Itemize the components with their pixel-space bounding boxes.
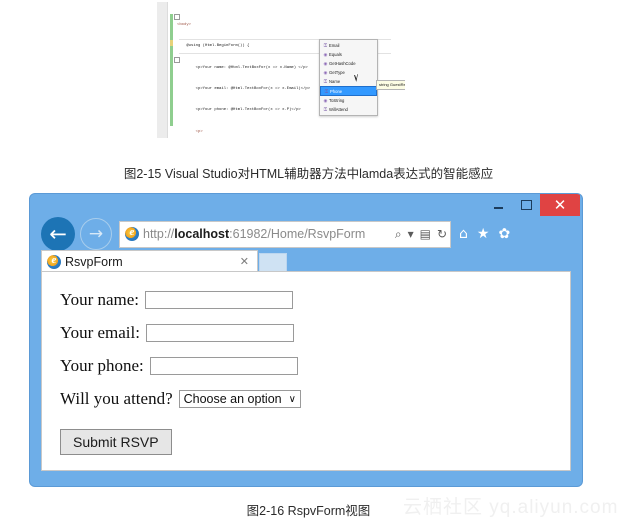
- tab-title: RsvpForm: [65, 254, 123, 269]
- tab-rsvpform[interactable]: RsvpForm ✕: [41, 250, 258, 272]
- form-row-email: Your email:: [60, 323, 570, 343]
- watermark-text: 云栖社区 yq.aliyun.com: [403, 497, 617, 518]
- internet-explorer-icon: [125, 226, 139, 241]
- editor-scroll-strip[interactable]: [157, 2, 168, 138]
- name-input[interactable]: [145, 291, 294, 309]
- attend-select-value: Choose an option: [183, 392, 282, 406]
- tab-close-icon[interactable]: ✕: [232, 255, 257, 268]
- property-glyph-icon: ⚿: [324, 88, 329, 94]
- intellisense-item-label: Name: [329, 79, 341, 84]
- property-glyph-icon: ⚿: [323, 79, 328, 84]
- chevron-down-icon: ∨: [288, 393, 296, 405]
- intellisense-tooltip: string GuestResponse.Phone: [376, 80, 405, 90]
- phone-input[interactable]: [149, 357, 298, 375]
- refresh-icon[interactable]: ↻: [434, 228, 450, 240]
- code-line: <p>: [177, 129, 203, 134]
- intellisense-item-phone[interactable]: ⚿ Phone: [320, 86, 377, 96]
- intellisense-item-label: Equals: [329, 52, 342, 57]
- intellisense-item-label: Phone: [330, 88, 343, 94]
- form-row-attend: Will you attend? Choose an option ∨: [60, 389, 570, 409]
- editor-change-bar-green: [170, 14, 173, 126]
- form-row-name: Your name:: [60, 290, 570, 310]
- form-row-phone: Your phone:: [60, 356, 570, 376]
- browser-toolbar-icons: ⌂ ★ ✿: [459, 227, 510, 241]
- intellisense-item-gethashcode[interactable]: ◉ GetHashCode: [320, 59, 377, 68]
- address-bar[interactable]: http://localhost:61982/Home/RsvpForm ⌕ ▾…: [119, 220, 451, 248]
- editor-change-bar-yellow: [170, 40, 173, 46]
- submit-rsvp-button[interactable]: Submit RSVP: [60, 429, 172, 455]
- close-button[interactable]: ✕: [540, 194, 580, 216]
- method-glyph-icon: ◉: [323, 51, 328, 57]
- browser-window: ✕ ← → http://localhost:61982/Home/RsvpFo…: [30, 194, 582, 486]
- method-glyph-icon: ◉: [323, 97, 328, 103]
- property-glyph-icon: ⚿: [323, 43, 328, 48]
- intellisense-item-label: WillAttend: [329, 107, 348, 112]
- intellisense-item-email[interactable]: ⚿ Email: [320, 41, 377, 50]
- url-suffix: :61982/Home/RsvpForm: [229, 227, 366, 241]
- property-glyph-icon: ⚿: [323, 107, 328, 112]
- browser-title-bar: ✕: [30, 194, 582, 216]
- attend-select[interactable]: Choose an option ∨: [178, 390, 301, 408]
- url-prefix: http://: [143, 227, 175, 241]
- compatibility-view-icon[interactable]: ▤: [417, 228, 434, 240]
- maximize-button[interactable]: [512, 194, 540, 216]
- home-icon[interactable]: ⌂: [459, 227, 468, 241]
- intellisense-item-label: GetType: [329, 70, 345, 75]
- page-content: Your name: Your email: Your phone: Will …: [41, 271, 571, 471]
- maximize-icon: [520, 200, 532, 210]
- code-line: <body>: [177, 23, 192, 28]
- intellisense-item-label: Email: [329, 43, 340, 48]
- settings-gear-icon[interactable]: ✿: [498, 227, 510, 241]
- search-icon[interactable]: ⌕: [392, 228, 405, 240]
- forward-button[interactable]: →: [80, 218, 112, 250]
- intellisense-item-label: GetHashCode: [329, 61, 356, 66]
- label-your-name: Your name:: [60, 290, 140, 309]
- visual-studio-code-figure: <body> @using (Html.BeginForm()) { <p>Yo…: [157, 2, 405, 138]
- label-your-phone: Your phone:: [60, 356, 144, 375]
- email-input[interactable]: [145, 324, 294, 342]
- intellisense-item-name[interactable]: ⚿ Name: [320, 77, 377, 86]
- method-glyph-icon: ◉: [323, 60, 328, 66]
- back-button[interactable]: ←: [41, 217, 75, 251]
- browser-navigation-bar: ← → http://localhost:61982/Home/RsvpForm…: [30, 214, 582, 254]
- favorites-star-icon[interactable]: ★: [477, 227, 490, 241]
- internet-explorer-icon: [47, 254, 61, 269]
- label-will-you-attend: Will you attend?: [60, 389, 173, 408]
- tab-strip: RsvpForm ✕: [41, 250, 571, 272]
- minimize-button[interactable]: [484, 194, 512, 216]
- chevron-down-icon[interactable]: ▾: [405, 228, 417, 240]
- method-glyph-icon: ◉: [323, 69, 328, 75]
- intellisense-item-label: ToString: [329, 98, 345, 103]
- url-host: localhost: [174, 227, 230, 241]
- intellisense-popup[interactable]: ⚿ Email ◉ Equals ◉ GetHashCode ◉ GetType…: [319, 39, 378, 116]
- minimize-icon: [493, 206, 503, 209]
- new-tab-button[interactable]: [259, 253, 287, 272]
- window-controls: ✕: [484, 194, 580, 216]
- url-text[interactable]: http://localhost:61982/Home/RsvpForm: [143, 227, 392, 241]
- intellisense-item-equals[interactable]: ◉ Equals: [320, 50, 377, 59]
- intellisense-item-gettype[interactable]: ◉ GetType: [320, 68, 377, 77]
- figure-caption-2-15: 图2-15 Visual Studio对HTML辅助器方法中lamda表达式的智…: [123, 167, 494, 181]
- label-your-email: Your email:: [60, 323, 140, 342]
- intellisense-item-tostring[interactable]: ◉ ToString: [320, 96, 377, 105]
- intellisense-item-willattend[interactable]: ⚿ WillAttend: [320, 105, 377, 114]
